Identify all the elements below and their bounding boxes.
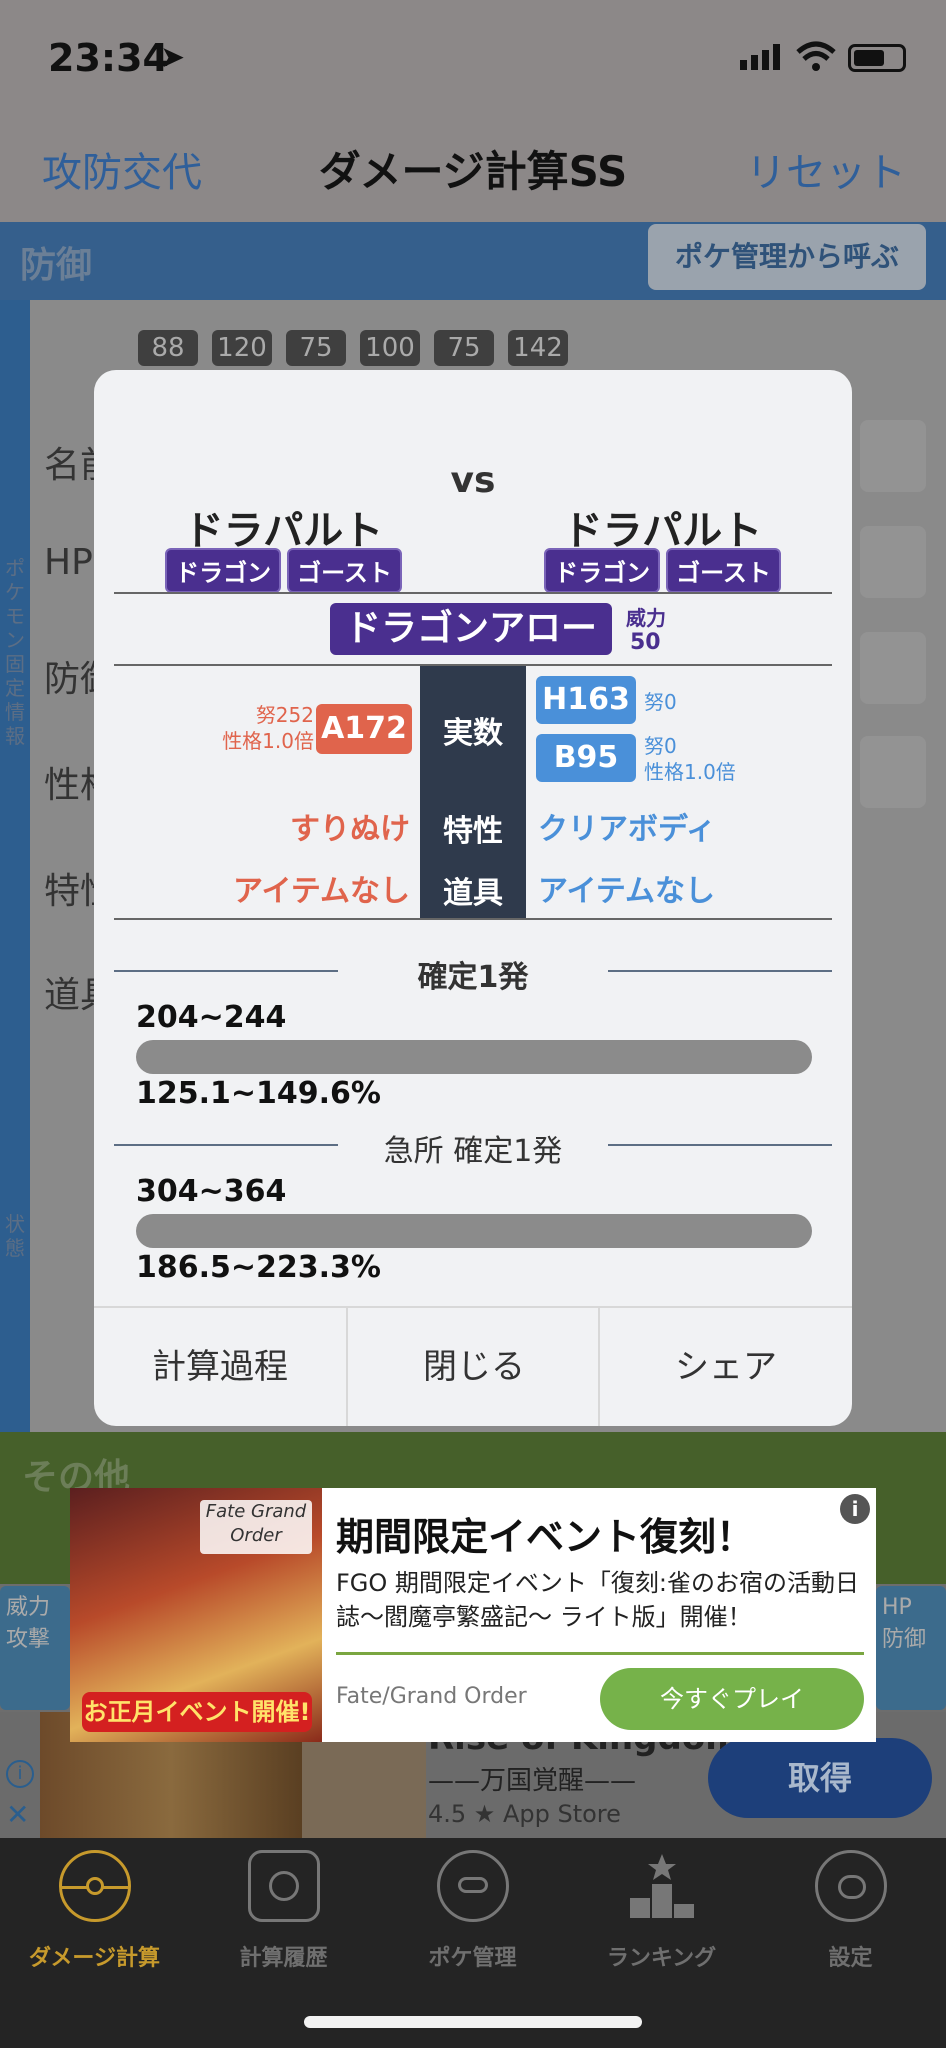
- attacker-ability: すりぬけ: [290, 812, 410, 847]
- def-label: 防御: [882, 1627, 927, 1652]
- hp-ev: 努0: [644, 690, 677, 714]
- defender-item: アイテムなし: [538, 874, 715, 909]
- base-stat: 142: [508, 330, 568, 366]
- get-button[interactable]: 取得: [708, 1738, 932, 1818]
- ability-row-label: 特性: [443, 814, 503, 849]
- tab-label: ポケ管理: [428, 1946, 517, 1971]
- type-badge: ドラゴン: [165, 548, 282, 593]
- type-badge: ドラゴン: [544, 548, 661, 593]
- base-stat: 88: [138, 330, 198, 366]
- ad-brand: Fate/Grand Order: [336, 1684, 527, 1709]
- stat-row-label: 実数: [443, 716, 503, 751]
- play-now-button[interactable]: 今すぐプレイ: [600, 1668, 864, 1730]
- sidebar-state-label: 状態: [5, 1212, 25, 1260]
- critical-damage-range: 304~364: [136, 1174, 287, 1209]
- ad-title: 期間限定イベント復刻！: [336, 1515, 755, 1559]
- base-stat: 75: [434, 330, 494, 366]
- info-icon[interactable]: i: [6, 1760, 34, 1788]
- tab-label: 計算履歴: [239, 1946, 328, 1971]
- tab-damage-calc[interactable]: ダメージ計算: [0, 1850, 189, 1972]
- power-label: 威力: [626, 606, 666, 630]
- name-input[interactable]: [860, 420, 926, 492]
- hp-label: HP: [882, 1595, 912, 1620]
- hp-stat-badge: H163: [536, 676, 636, 724]
- wifi-icon: [796, 40, 836, 72]
- tab-history[interactable]: 計算履歴: [189, 1850, 378, 1972]
- base-stat: 120: [212, 330, 272, 366]
- defender-types: ドラゴン ゴースト: [473, 548, 852, 593]
- pokeball-icon: [58, 1850, 131, 1922]
- normal-damage-percent: 125.1~149.6%: [136, 1076, 381, 1111]
- result-modal: vs ドラパルト ドラパルト ドラゴン ゴースト ドラゴン ゴースト ドラゴンア…: [94, 370, 852, 1426]
- defense-summary: HP 防御: [876, 1586, 946, 1710]
- tab-settings[interactable]: 設定: [756, 1850, 945, 1972]
- tab-label: 設定: [828, 1946, 873, 1971]
- battery-icon: [848, 44, 906, 72]
- item-row-label: 道具: [443, 876, 503, 911]
- monster-icon: [436, 1850, 509, 1922]
- signal-icon: [740, 44, 784, 70]
- info-icon[interactable]: i: [840, 1494, 870, 1524]
- def-nature: 性格1.0倍: [644, 760, 736, 784]
- power-label: 威力: [6, 1595, 51, 1620]
- move-name: ドラゴンアロー: [330, 603, 612, 655]
- divider: [114, 918, 832, 920]
- critical-damage-bar: [136, 1214, 812, 1248]
- normal-ko-heading: 確定1発: [417, 960, 529, 995]
- defense-input[interactable]: [860, 632, 926, 704]
- ad-subtitle: ——万国覚醒——: [428, 1766, 637, 1796]
- calc-process-button[interactable]: 計算過程: [94, 1308, 346, 1426]
- critical-ko-heading: 急所 確定1発: [383, 1134, 563, 1169]
- status-time: 23:34: [48, 36, 169, 80]
- ad-rating: 4.5 ★ App Store: [428, 1800, 621, 1828]
- normal-damage-range: 204~244: [136, 1000, 287, 1035]
- share-button[interactable]: シェア: [600, 1308, 852, 1426]
- tab-poke-manager[interactable]: ポケ管理: [378, 1850, 567, 1972]
- ad-description: FGO 期間限定イベント「復刻:雀のお宿の活動日誌〜閻魔亭繁盛記〜 ライト版」開…: [336, 1569, 860, 1631]
- attack-ev: 努252: [255, 703, 314, 727]
- ad-image-caption: お正月イベント開催!: [82, 1692, 312, 1732]
- normal-damage-bar: [136, 1040, 812, 1074]
- fgo-logo: Fate Grand Order: [200, 1500, 312, 1554]
- defender-ability: クリアボディ: [538, 812, 716, 847]
- field-label-hp: HP: [44, 542, 93, 583]
- power-value: 50: [630, 630, 661, 655]
- attack-label: 攻撃: [6, 1627, 51, 1652]
- close-button[interactable]: 閉じる: [348, 1308, 600, 1426]
- podium-icon: [626, 1850, 698, 1922]
- tab-ranking[interactable]: ランキング: [567, 1850, 756, 1972]
- type-badge: ゴースト: [666, 548, 781, 593]
- home-indicator[interactable]: [304, 2016, 642, 2028]
- def-ev: 努0: [644, 734, 677, 758]
- tab-label: ダメージ計算: [29, 1946, 160, 1971]
- tab-label: ランキング: [606, 1946, 717, 1971]
- close-icon[interactable]: ✕: [6, 1798, 29, 1831]
- hp-input[interactable]: [860, 526, 926, 598]
- reset-button[interactable]: リセット: [746, 140, 906, 198]
- vs-label: vs: [450, 460, 496, 501]
- attack-nature: 性格1.0倍: [222, 729, 314, 753]
- divider: [336, 1652, 864, 1655]
- settings-icon: [814, 1850, 887, 1922]
- nature-select[interactable]: [860, 736, 926, 808]
- divider: [114, 592, 832, 594]
- attack-summary: 威力 攻撃: [0, 1586, 70, 1710]
- defense-section-title: 防御: [20, 245, 93, 286]
- attacker-item: アイテムなし: [233, 874, 410, 909]
- def-stat-badge: B95: [536, 734, 636, 782]
- attack-stat-badge: A172: [316, 704, 412, 754]
- call-from-manager-button[interactable]: ポケ管理から呼ぶ: [648, 224, 926, 290]
- base-stat: 100: [360, 330, 420, 366]
- sidebar-fixed-label: ポケモン固定情報: [5, 556, 25, 748]
- location-icon: ➤: [160, 40, 186, 75]
- base-stat: 75: [286, 330, 346, 366]
- type-badge: ゴースト: [287, 548, 402, 593]
- critical-damage-percent: 186.5~223.3%: [136, 1250, 381, 1285]
- attacker-types: ドラゴン ゴースト: [94, 548, 473, 593]
- history-icon: [247, 1850, 320, 1922]
